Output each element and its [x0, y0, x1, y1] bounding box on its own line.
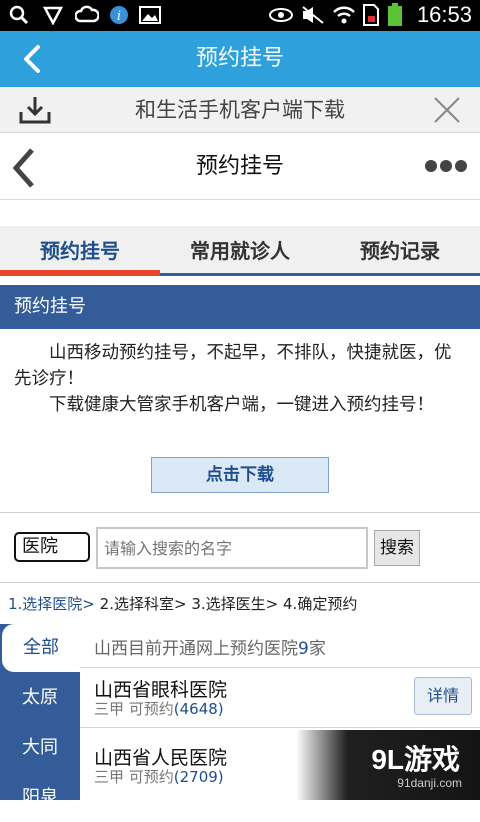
image-icon: [138, 4, 162, 26]
hospital-count: 9: [298, 639, 309, 659]
download-banner[interactable]: 和生活手机客户端下载: [0, 87, 480, 133]
more-dots-icon[interactable]: [424, 156, 468, 176]
watermark: 9L游戏 91danji.com: [296, 730, 480, 800]
active-tab-indicator: [0, 270, 160, 276]
cloud-icon: [74, 4, 100, 26]
wifi-icon: [332, 4, 356, 26]
banner-text[interactable]: 和生活手机客户端下载: [0, 87, 480, 133]
hospital-booking-count: (4648): [173, 700, 224, 718]
tab-records[interactable]: 预约记录: [320, 226, 480, 276]
page-title: 预约挂号: [195, 154, 284, 179]
divider: [80, 727, 480, 728]
step-4: 4.确定预约: [283, 595, 358, 613]
summary-suffix: 家: [308, 639, 326, 659]
city-sidebar: 全部 太原 大同 阳泉: [0, 624, 80, 808]
svg-text:i: i: [117, 9, 121, 24]
sim-icon: [360, 4, 382, 26]
page-nav: 预约挂号: [0, 134, 480, 200]
city-item-all[interactable]: 全部: [2, 624, 80, 672]
intro-paragraph: 下载健康大管家手机客户端，一键进入预约挂号！: [49, 395, 434, 415]
intro-paragraph: 山西移动预约挂号，不起早，不排队，快捷就医，优先诊疗！: [14, 343, 452, 389]
tab-booking[interactable]: 预约挂号: [0, 226, 160, 276]
intro-text: 山西移动预约挂号，不起早，不排队，快捷就医，优先诊疗！ 下载健康大管家手机客户端…: [14, 340, 466, 418]
search-button[interactable]: 搜索: [374, 530, 420, 566]
tab-patients[interactable]: 常用就诊人: [160, 226, 320, 276]
section-header: 预约挂号: [0, 285, 480, 329]
search-input[interactable]: [96, 527, 368, 569]
app-header: 预约挂号: [0, 31, 480, 87]
eye-icon: [268, 4, 294, 26]
hospital-meta: 三甲 可预约(2709): [94, 766, 224, 787]
step-1: 1.选择医院>: [8, 595, 95, 613]
city-item-yangquan[interactable]: 阳泉: [0, 774, 80, 822]
step-3: 3.选择医生>: [191, 595, 279, 613]
hospital-meta: 三甲 可预约(4648): [94, 698, 224, 719]
hospital-level: 三甲 可预约: [94, 768, 174, 786]
watermark-brand: 9L游戏: [371, 744, 460, 775]
search-icon: [8, 4, 30, 26]
summary-text: 山西目前开通网上预约医院: [94, 639, 298, 659]
step-2: 2.选择科室>: [99, 595, 187, 613]
city-item-datong[interactable]: 大同: [0, 724, 80, 772]
divider: [80, 667, 480, 668]
mute-icon: [300, 4, 326, 26]
hospital-booking-count: (2709): [173, 768, 224, 786]
download-button[interactable]: 点击下载: [151, 457, 329, 493]
hospital-summary: 山西目前开通网上预约医院9家: [94, 637, 474, 661]
app-header-title: 预约挂号: [195, 46, 284, 71]
search-type-select[interactable]: 医院: [14, 532, 90, 562]
divider: [0, 512, 480, 513]
detail-button[interactable]: 详情: [414, 677, 472, 715]
divider: [0, 582, 480, 583]
watermark-site: 91danji.com: [397, 776, 462, 790]
info-icon: i: [108, 4, 130, 26]
tab-bar: 预约挂号 常用就诊人 预约记录: [0, 226, 480, 276]
step-indicator: 1.选择医院> 2.选择科室> 3.选择医生> 4.确定预约: [8, 592, 478, 616]
clock: 16:53: [416, 2, 472, 27]
hospital-level: 三甲 可预约: [94, 700, 174, 718]
status-bar: i 16:53: [0, 0, 480, 31]
city-item-taiyuan[interactable]: 太原: [0, 674, 80, 722]
shield-icon: [42, 4, 64, 26]
close-icon[interactable]: [432, 95, 462, 125]
battery-icon: [386, 3, 404, 26]
